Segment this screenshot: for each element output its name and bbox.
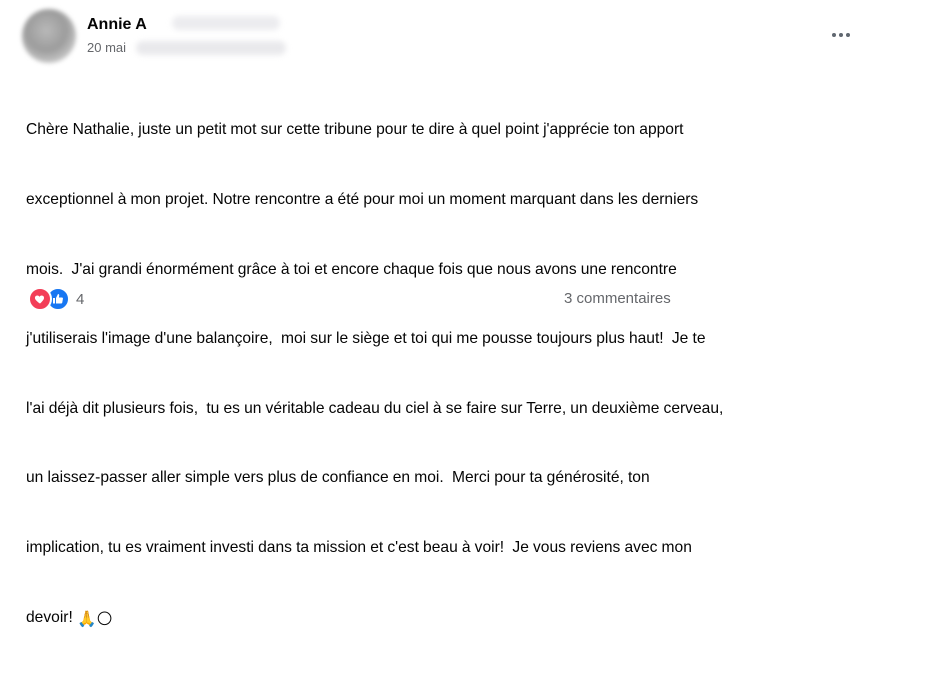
dot bbox=[832, 33, 836, 37]
dot bbox=[839, 33, 843, 37]
reactions-summary[interactable]: 4 bbox=[28, 287, 85, 311]
thumbs-up-icon bbox=[53, 294, 63, 304]
message-line: j'utiliserais l'image d'une balançoire, … bbox=[26, 330, 706, 348]
comments-link[interactable]: 3 commentaires bbox=[564, 290, 671, 307]
love-reaction-icon bbox=[28, 287, 52, 311]
message-line: un laissez-passer aller simple vers plus… bbox=[26, 469, 650, 487]
reaction-count: 4 bbox=[76, 290, 85, 308]
message-line-last: devoir! 🙏🌕 bbox=[26, 606, 876, 631]
post-date[interactable]: 20 mai bbox=[87, 40, 126, 55]
message-line: exceptionnel à mon projet. Notre rencont… bbox=[26, 191, 699, 209]
post-card: Annie A 20 mai Chère Nathalie, juste un … bbox=[12, 4, 878, 628]
message-line: devoir! bbox=[26, 608, 77, 626]
message-line: l'ai déjà dit plusieurs fois, tu es un v… bbox=[26, 399, 724, 417]
post-message: Chère Nathalie, juste un petit mot sur c… bbox=[26, 72, 876, 677]
more-options-icon[interactable] bbox=[826, 26, 856, 44]
message-line: mois. J'ai grandi énormément grâce à toi… bbox=[26, 260, 677, 278]
dot bbox=[846, 33, 850, 37]
heart-icon bbox=[34, 295, 45, 304]
blurred-meta bbox=[136, 40, 287, 55]
blurred-name-extra bbox=[172, 16, 280, 30]
avatar[interactable] bbox=[22, 9, 76, 63]
emoji-pray-sun: 🙏🌕 bbox=[76, 610, 113, 628]
message-line: implication, tu es vraiment investi dans… bbox=[26, 539, 692, 557]
post-meta: 20 mai bbox=[87, 40, 287, 55]
message-line: Chère Nathalie, juste un petit mot sur c… bbox=[26, 121, 684, 139]
author-name[interactable]: Annie A bbox=[87, 16, 147, 34]
